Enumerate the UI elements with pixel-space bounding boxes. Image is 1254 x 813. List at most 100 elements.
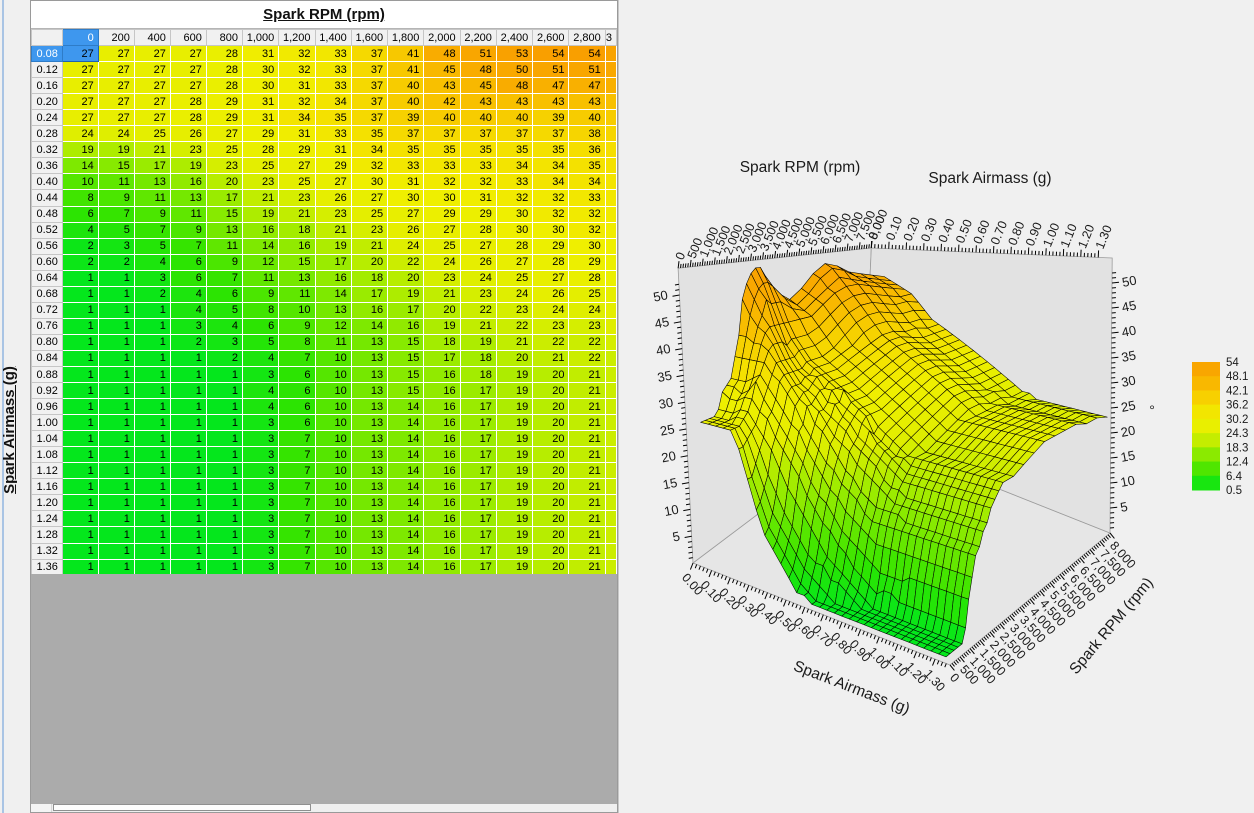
table-cell-partial[interactable] [605,190,616,206]
table-cell-partial[interactable] [605,543,616,559]
table-cell[interactable]: 24 [424,254,460,270]
table-cell[interactable]: 33 [460,158,496,174]
table-cell[interactable]: 37 [351,110,387,126]
table-cell[interactable]: 26 [533,286,569,302]
table-cell[interactable]: 1 [62,415,98,431]
table-cell[interactable]: 51 [569,62,605,78]
table-cell[interactable]: 10 [315,511,351,527]
table-cell-partial[interactable] [605,511,616,527]
table-cell[interactable]: 23 [242,174,278,190]
table-cell[interactable]: 37 [351,94,387,110]
table-cell[interactable]: 16 [424,431,460,447]
table-cell[interactable]: 23 [460,286,496,302]
col-header[interactable]: 1,200 [279,30,315,46]
table-cell[interactable]: 14 [388,447,424,463]
table-cell-partial[interactable] [605,318,616,334]
table-cell[interactable]: 10 [62,174,98,190]
table-cell[interactable]: 16 [170,174,206,190]
table-cell[interactable]: 25 [496,270,532,286]
table-cell-partial[interactable] [605,126,616,142]
table-cell[interactable]: 7 [279,431,315,447]
table-cell[interactable]: 1 [206,383,242,399]
table-cell[interactable]: 13 [351,479,387,495]
table-cell[interactable]: 21 [569,479,605,495]
table-cell[interactable]: 23 [569,318,605,334]
table-cell-partial[interactable] [605,479,616,495]
surface-3d-plot[interactable]: 5510101515202025253030353540404545505005… [628,0,1254,813]
table-cell[interactable]: 16 [424,415,460,431]
table-cell[interactable]: 20 [533,527,569,543]
row-header[interactable]: 0.28 [32,126,63,142]
table-cell[interactable]: 16 [351,302,387,318]
table-cell[interactable]: 33 [388,158,424,174]
table-cell[interactable]: 1 [62,431,98,447]
table-cell[interactable]: 1 [98,350,134,366]
table-cell[interactable]: 20 [533,415,569,431]
table-cell[interactable]: 9 [134,206,170,222]
table-cell[interactable]: 1 [134,495,170,511]
table-cell[interactable]: 23 [279,190,315,206]
table-cell[interactable]: 35 [460,142,496,158]
table-cell[interactable]: 7 [279,559,315,575]
table-cell[interactable]: 54 [569,46,605,62]
table-cell[interactable]: 3 [134,270,170,286]
table-cell[interactable]: 15 [388,334,424,350]
table-cell[interactable]: 24 [533,302,569,318]
row-header[interactable]: 0.88 [32,366,63,382]
table-cell[interactable]: 48 [460,62,496,78]
table-cell[interactable]: 40 [569,110,605,126]
table-cell[interactable]: 19 [62,142,98,158]
table-cell[interactable]: 14 [388,559,424,575]
table-cell[interactable]: 16 [424,543,460,559]
table-cell[interactable]: 31 [315,142,351,158]
table-cell[interactable]: 21 [569,527,605,543]
table-cell[interactable]: 13 [351,383,387,399]
table-cell[interactable]: 27 [315,174,351,190]
row-header[interactable]: 0.48 [32,206,63,222]
table-cell[interactable]: 19 [496,366,532,382]
table-cell[interactable]: 33 [569,190,605,206]
table-cell[interactable]: 20 [533,495,569,511]
table-cell[interactable]: 16 [424,495,460,511]
table-cell[interactable]: 16 [424,463,460,479]
row-header[interactable]: 0.32 [32,142,63,158]
table-cell[interactable]: 4 [206,318,242,334]
table-cell[interactable]: 1 [170,495,206,511]
table-cell[interactable]: 1 [170,383,206,399]
table-cell[interactable]: 21 [569,383,605,399]
table-cell[interactable]: 41 [388,62,424,78]
table-cell[interactable]: 17 [460,527,496,543]
table-cell[interactable]: 7 [134,222,170,238]
table-cell[interactable]: 15 [98,158,134,174]
table-cell[interactable]: 1 [134,399,170,415]
table-cell[interactable]: 10 [279,302,315,318]
table-cell[interactable]: 18 [424,334,460,350]
table-cell[interactable]: 9 [206,254,242,270]
table-cell[interactable]: 10 [315,559,351,575]
table-cell[interactable]: 1 [98,302,134,318]
table-cell[interactable]: 28 [533,254,569,270]
table-cell[interactable]: 19 [496,463,532,479]
table-cell[interactable]: 41 [388,46,424,62]
row-header[interactable]: 0.60 [32,254,63,270]
table-cell[interactable]: 25 [242,158,278,174]
table-cell[interactable]: 17 [460,399,496,415]
table-cell[interactable]: 3 [242,527,278,543]
table-cell[interactable]: 11 [279,286,315,302]
table-cell[interactable]: 24 [388,238,424,254]
table-cell[interactable]: 19 [242,206,278,222]
table-cell[interactable]: 25 [351,206,387,222]
table-cell[interactable]: 7 [279,447,315,463]
table-cell[interactable]: 1 [98,559,134,575]
table-cell[interactable]: 28 [206,78,242,94]
table-cell[interactable]: 6 [170,270,206,286]
table-cell[interactable]: 30 [424,190,460,206]
table-cell[interactable]: 1 [170,399,206,415]
table-cell[interactable]: 31 [279,78,315,94]
table-cell[interactable]: 3 [242,415,278,431]
table-cell[interactable]: 35 [351,126,387,142]
table-cell-partial[interactable] [605,206,616,222]
table-cell[interactable]: 1 [98,431,134,447]
table-cell-partial[interactable] [605,286,616,302]
table-cell[interactable]: 29 [242,126,278,142]
